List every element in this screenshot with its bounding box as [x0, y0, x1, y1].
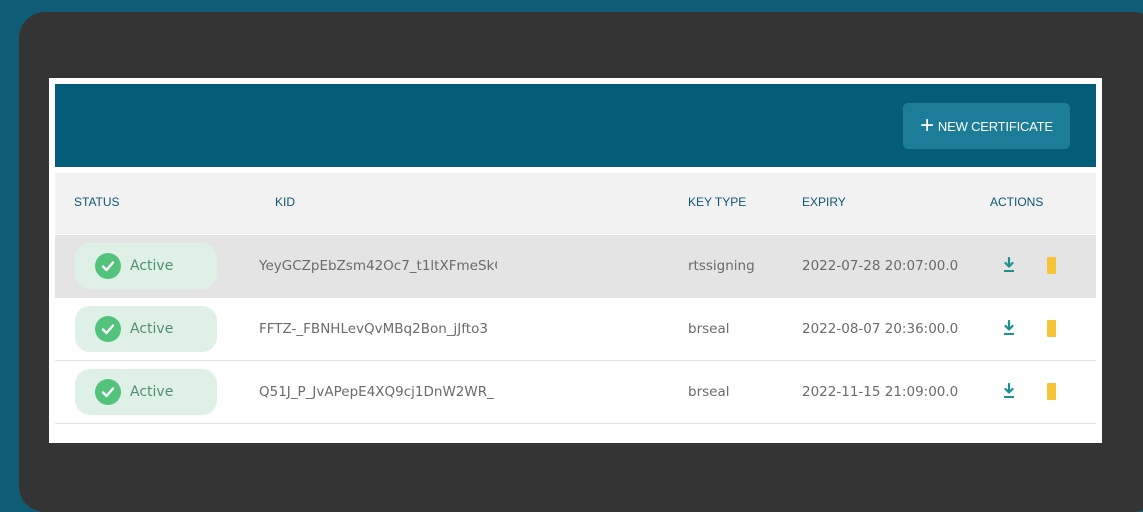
status-text: Active [130, 258, 174, 274]
trash-icon[interactable] [1047, 320, 1056, 337]
kid-cell: YeyGCZpEbZsm42Oc7_t1ltXFmeSkC [259, 258, 497, 274]
download-icon[interactable] [1002, 257, 1016, 273]
column-header-actions: ACTIONS [990, 195, 1044, 209]
expiry-cell: 2022-07-28 20:07:00.0 [802, 258, 959, 274]
plus-icon: + [920, 112, 934, 139]
trash-icon[interactable] [1047, 383, 1056, 400]
kid-cell: FFTZ-_FBNHLevQvMBq2Bon_jJfto3 [259, 321, 488, 337]
expiry-cell: 2022-08-07 20:36:00.0 [802, 321, 959, 337]
key-type-cell: brseal [688, 321, 730, 337]
card-header: + NEW CERTIFICATE [55, 84, 1096, 167]
key-type-cell: brseal [688, 384, 730, 400]
table-row[interactable]: Active Q51J_P_JvAPepE4XQ9cj1DnW2WR_ brse… [55, 361, 1096, 424]
status-text: Active [130, 321, 174, 337]
new-certificate-button[interactable]: + NEW CERTIFICATE [903, 103, 1070, 149]
kid-cell: Q51J_P_JvAPepE4XQ9cj1DnW2WR_ [259, 384, 494, 400]
status-text: Active [130, 384, 174, 400]
check-circle-icon [95, 253, 121, 279]
column-header-status[interactable]: STATUS [74, 195, 120, 209]
key-type-cell: rtssigning [688, 258, 755, 274]
column-header-key-type[interactable]: KEY TYPE [688, 195, 746, 209]
expiry-cell: 2022-11-15 21:09:00.0 [802, 384, 959, 400]
new-certificate-label: NEW CERTIFICATE [937, 118, 1053, 134]
download-icon[interactable] [1002, 383, 1016, 399]
status-badge: Active [75, 306, 217, 352]
table-row[interactable]: Active FFTZ-_FBNHLevQvMBq2Bon_jJfto3 brs… [55, 298, 1096, 361]
table-header: STATUS KID KEY TYPE EXPIRY ACTIONS [55, 173, 1096, 234]
trash-icon[interactable] [1047, 257, 1056, 274]
check-circle-icon [95, 379, 121, 405]
column-header-expiry[interactable]: EXPIRY [802, 195, 846, 209]
status-badge: Active [75, 243, 217, 289]
column-header-kid[interactable]: KID [275, 195, 295, 209]
status-badge: Active [75, 369, 217, 415]
check-circle-icon [95, 316, 121, 342]
download-icon[interactable] [1002, 320, 1016, 336]
certificates-card: + NEW CERTIFICATE STATUS KID KEY TYPE EX… [49, 78, 1102, 443]
table-row[interactable]: Active YeyGCZpEbZsm42Oc7_t1ltXFmeSkC rts… [55, 235, 1096, 298]
